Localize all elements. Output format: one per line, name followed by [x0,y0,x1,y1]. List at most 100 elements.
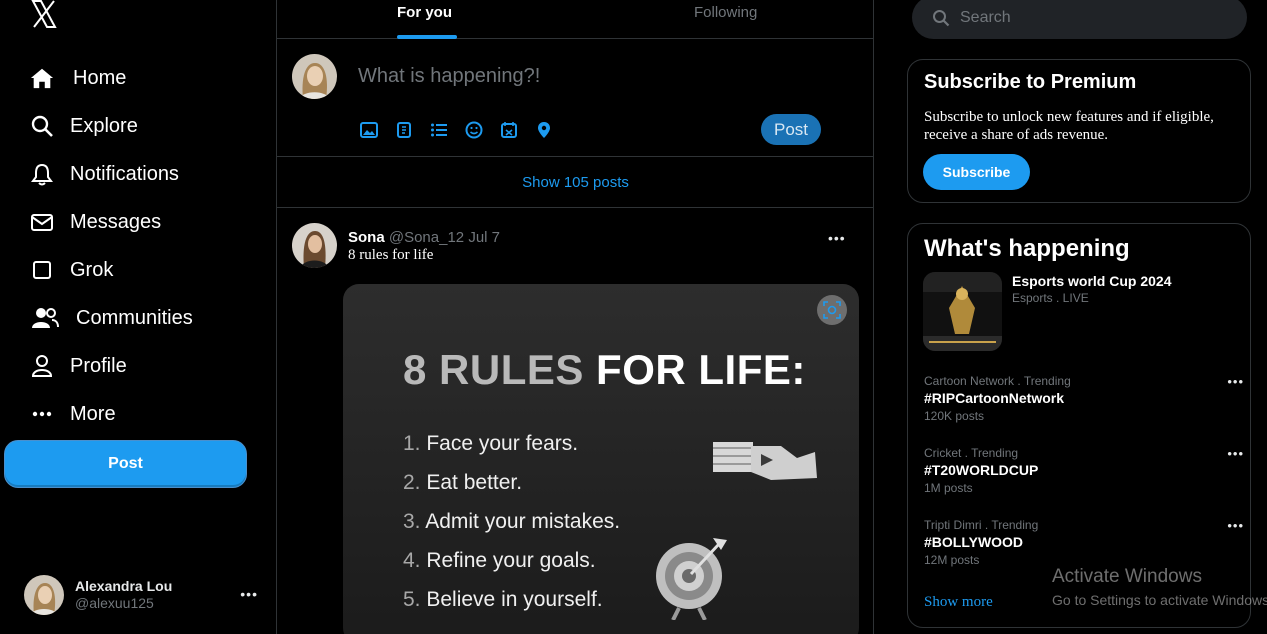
account-info: Alexandra Lou @alexuu125 [75,578,172,612]
right-sidebar: Search Subscribe to Premium Subscribe to… [907,0,1267,634]
rule-text: Believe in yourself. [426,588,603,611]
sidebar-post-button[interactable]: Post [4,440,247,488]
trend-count: 120K posts [924,409,985,423]
search-input[interactable]: Search [960,9,1011,27]
show-more-link[interactable]: Show more [924,594,993,611]
account-menu-icon[interactable]: ••• [240,586,258,602]
gif-icon[interactable] [386,119,421,141]
nav-messages[interactable]: Messages [30,206,161,238]
account-handle: @alexuu125 [75,595,154,611]
nav-more-label: More [70,402,116,425]
envelope-icon [30,210,54,234]
watermark-line-1: Activate Windows [1052,566,1202,587]
image-rule: 5. Believe in yourself. [403,588,603,612]
tweet-header: Sona @Sona_12 Jul 7 [348,229,500,246]
tweet-more-icon[interactable]: ••• [828,230,846,246]
target-illustration-icon [653,534,731,625]
rule-number: 3. [403,510,421,533]
nav-grok[interactable]: Grok [30,254,113,286]
main-timeline: For you Following What is happening?! Po… [276,0,874,634]
image-scan-icon[interactable] [817,295,847,325]
image-headline-part-2: FOR LIFE: [596,346,806,393]
tab-for-you[interactable]: For you [397,4,452,21]
tweet[interactable]: Sona @Sona_12 Jul 7 8 rules for life •••… [277,208,874,634]
nav-more[interactable]: More [30,398,116,430]
trend-count: 12M posts [924,553,980,567]
people-icon [30,306,60,330]
rule-number: 1. [403,432,421,455]
event-title[interactable]: Esports world Cup 2024 [1012,273,1171,289]
trend-item[interactable]: Cartoon Network . Trending #RIPCartoonNe… [924,374,1244,430]
subscribe-button[interactable]: Subscribe [923,154,1030,190]
rule-text: Face your fears. [426,432,579,455]
nav-notifications-label: Notifications [70,162,179,185]
image-headline-part-1: 8 RULES [403,346,584,393]
trend-category: Cartoon Network . Trending [924,374,1071,388]
trend-count: 1M posts [924,481,973,495]
nav-profile[interactable]: Profile [30,350,127,382]
image-icon[interactable] [351,119,386,141]
trend-tag: #T20WORLDCUP [924,462,1039,478]
more-icon [30,402,54,426]
account-name: Alexandra Lou [75,578,173,594]
trend-tag: #BOLLYWOOD [924,534,1024,550]
premium-description: Subscribe to unlock new features and if … [924,109,1214,143]
rule-text: Eat better. [426,471,523,494]
location-icon[interactable] [526,119,561,141]
schedule-icon[interactable] [491,119,526,141]
image-rule: 3. Admit your mistakes. [403,510,620,534]
nav-messages-label: Messages [70,210,162,233]
timeline-tabs: For you Following [277,0,874,39]
nav-explore[interactable]: Explore [30,110,138,142]
nav-grok-label: Grok [70,258,114,281]
emoji-icon[interactable] [456,119,491,141]
trend-more-icon[interactable]: ••• [1227,518,1244,533]
tab-following[interactable]: Following [694,4,757,21]
nav-notifications[interactable]: Notifications [30,158,179,190]
show-new-posts-link[interactable]: Show 105 posts [277,157,874,208]
trend-more-icon[interactable]: ••• [1227,446,1244,461]
rule-number: 2. [403,471,421,494]
tweet-text: 8 rules for life [348,247,434,263]
windows-activation-watermark: Activate Windows Go to Settings to activ… [1052,566,1267,608]
image-headline: 8 RULES FOR LIFE: [403,346,806,394]
account-switcher[interactable]: Alexandra Lou @alexuu125 ••• [24,574,264,616]
composer-input[interactable]: What is happening?! [358,65,540,88]
handshake-illustration-icon [711,436,819,491]
nav-home[interactable]: Home [30,62,126,94]
person-icon [30,354,54,378]
poll-icon[interactable] [421,119,456,141]
avatar [24,575,64,615]
rule-text: Admit your mistakes. [425,510,621,533]
bell-icon [30,162,54,186]
event-thumbnail[interactable] [923,272,1002,351]
composer-toolbar [351,119,561,141]
search-icon [30,114,54,138]
trend-tag: #RIPCartoonNetwork [924,390,1065,406]
tweet-author-name[interactable]: Sona [348,229,385,246]
home-icon [30,66,54,90]
tweet-image[interactable]: 8 RULES FOR LIFE: 1. Face your fears. 2.… [343,284,859,634]
tweet-handle-date: @Sona_12 Jul 7 [388,229,500,246]
nav-communities[interactable]: Communities [30,302,193,334]
x-logo-icon[interactable] [30,0,58,28]
nav-home-label: Home [73,66,127,89]
search-bar[interactable]: Search [912,0,1247,39]
nav-profile-label: Profile [70,354,127,377]
trend-category: Cricket . Trending [924,446,1019,460]
rule-number: 5. [403,588,421,611]
happening-title: What's happening [924,235,1130,262]
event-subtitle: Esports . LIVE [1012,291,1089,305]
left-sidebar: Home Explore Notifications Messages Grok [0,0,276,634]
rule-number: 4. [403,549,421,572]
avatar [292,54,337,99]
trend-more-icon[interactable]: ••• [1227,374,1244,389]
avatar[interactable] [292,223,337,268]
watermark-line-2: Go to Settings to activate Windows. [1052,592,1267,608]
trend-item[interactable]: Cricket . Trending #T20WORLDCUP 1M posts… [924,446,1244,502]
trend-category: Tripti Dimri . Trending [924,518,1039,532]
composer-post-button[interactable]: Post [761,114,821,145]
premium-panel: Subscribe to Premium Subscribe to unlock… [907,59,1251,203]
page: Home Explore Notifications Messages Grok [0,0,1267,634]
image-rule: 1. Face your fears. [403,432,578,456]
